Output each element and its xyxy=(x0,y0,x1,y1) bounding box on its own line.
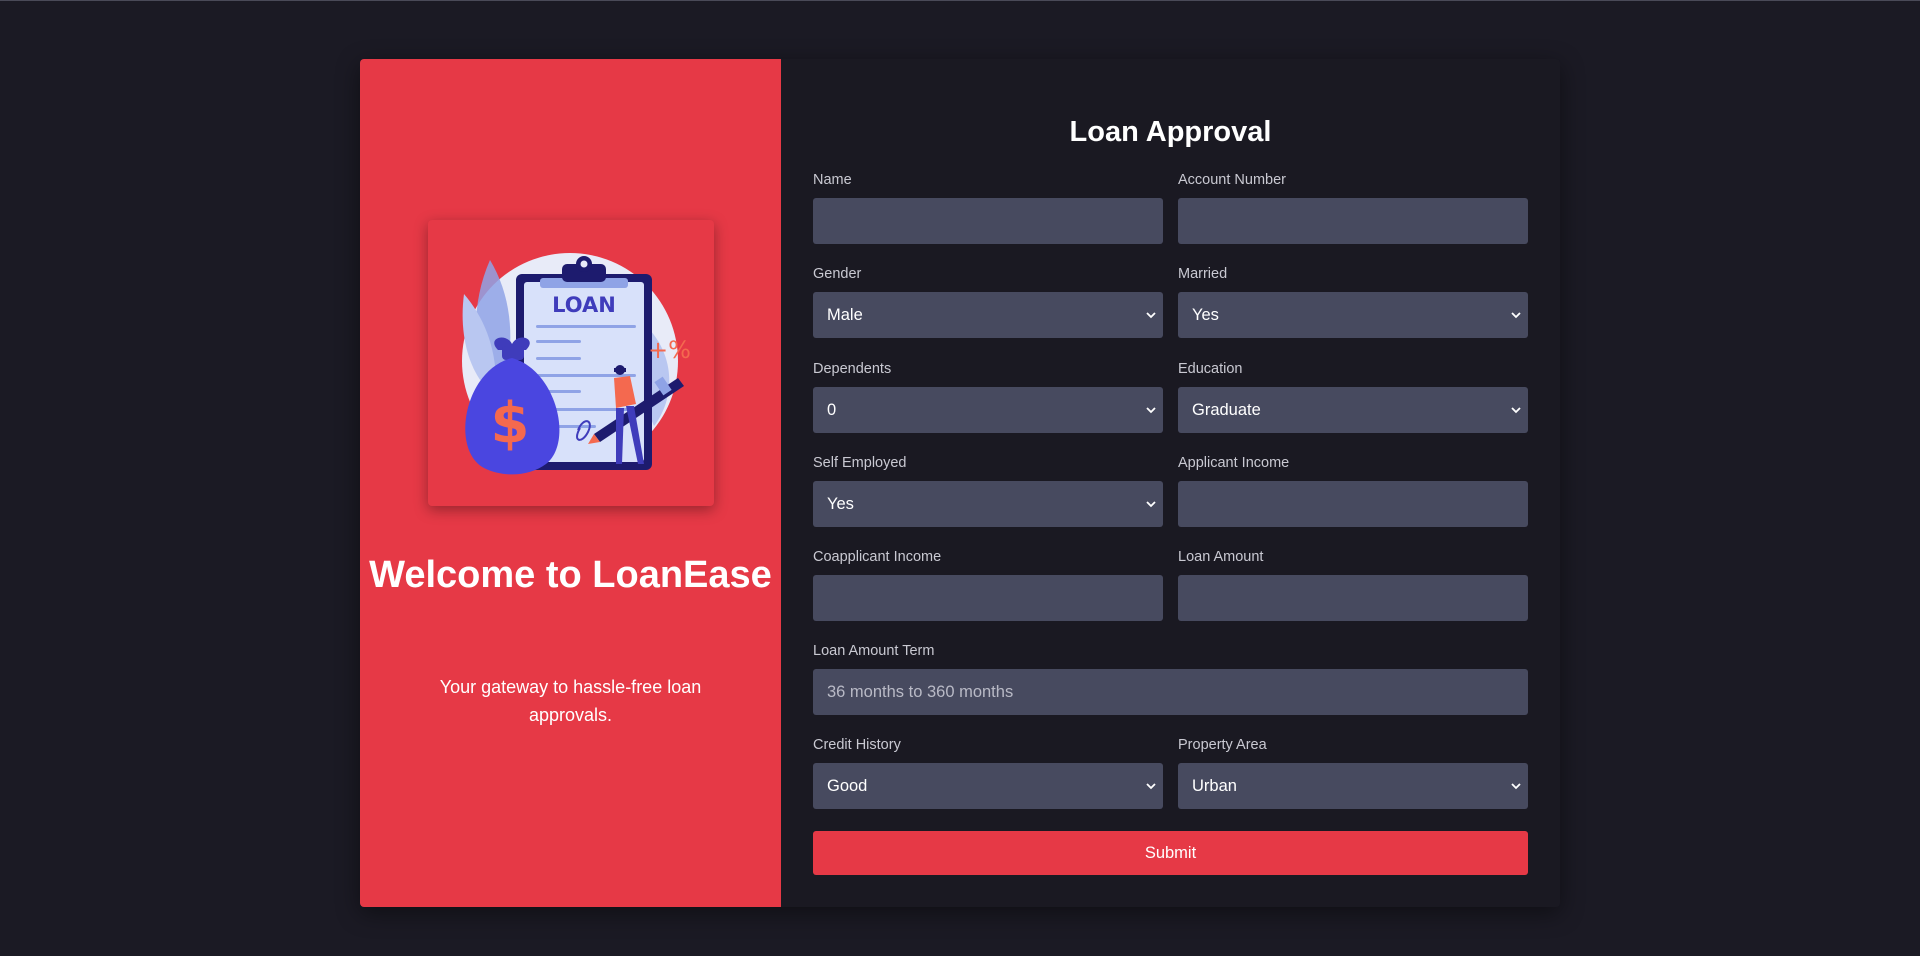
percent-icon: +% xyxy=(648,336,691,364)
credit-history-select-wrapper: Good xyxy=(813,763,1163,809)
loan-amount-label: Loan Amount xyxy=(1178,549,1264,565)
paper-line xyxy=(536,340,581,343)
loan-amount-input[interactable] xyxy=(1178,575,1528,621)
coapplicant-income-label: Coapplicant Income xyxy=(813,549,942,565)
gender-select[interactable]: Male xyxy=(813,292,1163,338)
coapplicant-income-field: Coapplicant Income xyxy=(813,549,1163,621)
credit-history-label: Credit History xyxy=(813,737,901,753)
education-field: Education Graduate xyxy=(1178,361,1528,433)
dependents-select[interactable]: 0 xyxy=(813,387,1163,433)
married-label: Married xyxy=(1178,266,1228,282)
property-area-select-wrapper: Urban xyxy=(1178,763,1528,809)
gender-field: Gender Male xyxy=(813,266,1163,338)
account-number-input[interactable] xyxy=(1178,198,1528,244)
self-employed-select-wrapper: Yes xyxy=(813,481,1163,527)
gender-label: Gender xyxy=(813,266,862,282)
loan-amount-field: Loan Amount xyxy=(1178,549,1528,621)
paper-line xyxy=(536,325,636,328)
name-input[interactable] xyxy=(813,198,1163,244)
education-select[interactable]: Graduate xyxy=(1178,387,1528,433)
welcome-panel: LOAN +% $ Welcome to LoanEase Your gatew… xyxy=(360,59,781,907)
self-employed-field: Self Employed Yes xyxy=(813,455,1163,527)
illustration-card: LOAN +% $ xyxy=(428,220,714,506)
education-select-wrapper: Graduate xyxy=(1178,387,1528,433)
married-select[interactable]: Yes xyxy=(1178,292,1528,338)
self-employed-label: Self Employed xyxy=(813,455,907,471)
welcome-title: Welcome to LoanEase xyxy=(369,554,772,596)
dollar-icon: $ xyxy=(491,391,530,456)
account-number-label: Account Number xyxy=(1178,172,1286,188)
loan-form: Loan Approval Name Account Number Gender… xyxy=(781,59,1560,907)
loan-clipboard-illustration: LOAN +% $ xyxy=(462,253,691,475)
coapplicant-income-input[interactable] xyxy=(813,575,1163,621)
top-divider xyxy=(0,0,1920,1)
loan-card: LOAN +% $ Welcome to LoanEase Your gatew… xyxy=(360,59,1560,907)
applicant-income-input[interactable] xyxy=(1178,481,1528,527)
loan-illustration-text: LOAN xyxy=(552,293,616,317)
dependents-select-wrapper: 0 xyxy=(813,387,1163,433)
married-field: Married Yes xyxy=(1178,266,1528,338)
self-employed-select[interactable]: Yes xyxy=(813,481,1163,527)
education-label: Education xyxy=(1178,361,1243,377)
dependents-label: Dependents xyxy=(813,361,892,377)
loan-amount-term-label: Loan Amount Term xyxy=(813,643,935,659)
paper-line xyxy=(536,357,581,360)
gender-select-wrapper: Male xyxy=(813,292,1163,338)
clipboard-clip-hole xyxy=(580,260,588,268)
name-label: Name xyxy=(813,172,852,188)
applicant-income-field: Applicant Income xyxy=(1178,455,1528,527)
loan-amount-term-input[interactable] xyxy=(813,669,1528,715)
person-hair xyxy=(614,368,626,372)
form-title: Loan Approval xyxy=(1069,116,1272,148)
applicant-income-label: Applicant Income xyxy=(1178,455,1290,471)
submit-button[interactable]: Submit xyxy=(813,831,1528,875)
welcome-subtitle: Your gateway to hassle-free loan approva… xyxy=(439,677,702,725)
property-area-label: Property Area xyxy=(1178,737,1267,753)
credit-history-field: Credit History Good xyxy=(813,737,1163,809)
property-area-select[interactable]: Urban xyxy=(1178,763,1528,809)
married-select-wrapper: Yes xyxy=(1178,292,1528,338)
account-number-field: Account Number xyxy=(1178,172,1528,244)
property-area-field: Property Area Urban xyxy=(1178,737,1528,809)
credit-history-select[interactable]: Good xyxy=(813,763,1163,809)
name-field: Name xyxy=(813,172,1163,244)
money-bag-neck xyxy=(502,346,524,360)
loan-amount-term-field: Loan Amount Term xyxy=(813,643,1528,715)
dependents-field: Dependents 0 xyxy=(813,361,1163,433)
